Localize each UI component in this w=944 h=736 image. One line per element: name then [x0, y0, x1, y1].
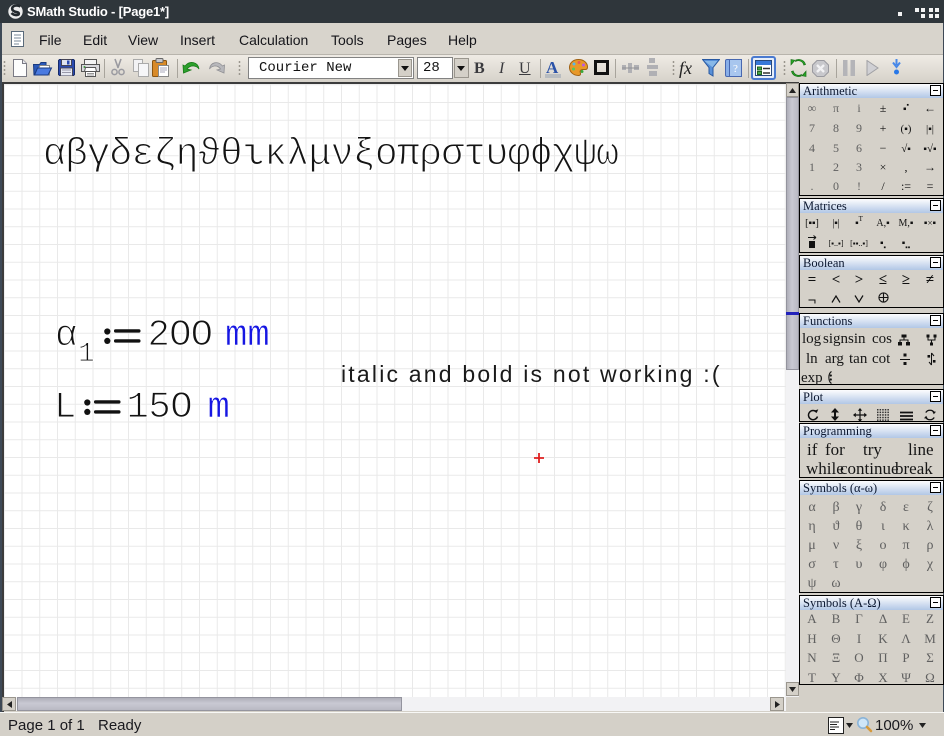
svg-text:?: ?	[733, 63, 738, 75]
